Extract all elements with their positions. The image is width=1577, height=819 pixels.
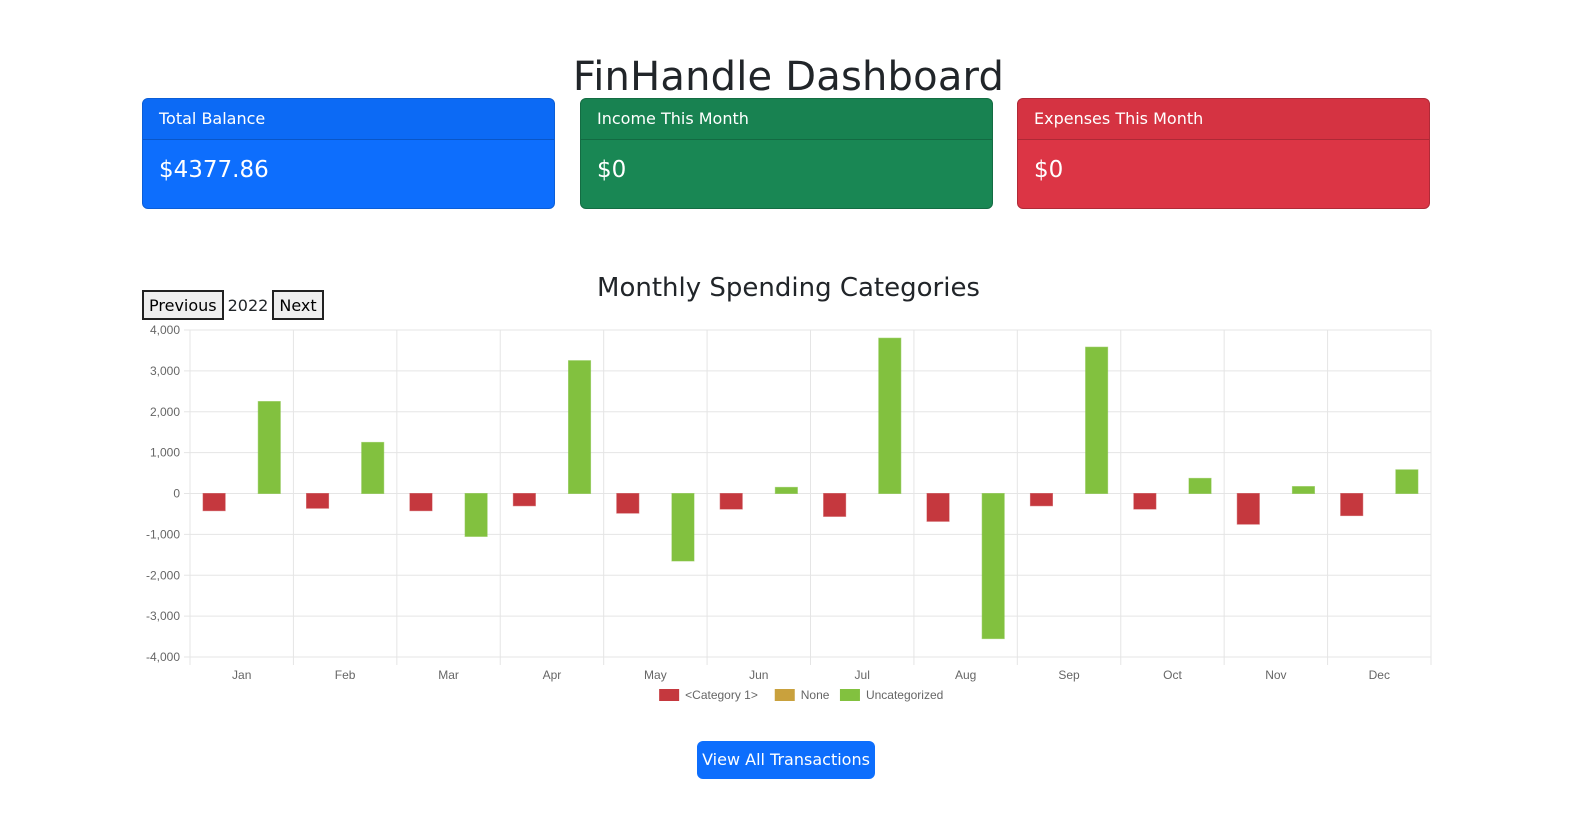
y-tick-label: -2,000 xyxy=(146,568,180,582)
y-tick-label: 1,000 xyxy=(150,446,180,460)
x-tick-label: May xyxy=(644,668,667,682)
bar xyxy=(202,493,226,512)
total-balance-label: Total Balance xyxy=(143,99,554,140)
x-tick-label: Nov xyxy=(1265,668,1286,682)
bar xyxy=(878,337,902,494)
y-tick-label: -3,000 xyxy=(146,609,180,623)
x-tick-label: Feb xyxy=(335,668,356,682)
bar xyxy=(671,493,695,562)
bar xyxy=(1133,493,1157,510)
year-navigation: Previous 2022 Next xyxy=(142,290,324,320)
y-tick-label: -1,000 xyxy=(146,527,180,541)
x-tick-label: Jun xyxy=(749,668,768,682)
bar xyxy=(926,493,950,522)
bar xyxy=(616,493,640,514)
x-tick-label: Apr xyxy=(543,668,562,682)
bar xyxy=(568,360,592,494)
legend-swatch xyxy=(659,689,680,701)
year-label: 2022 xyxy=(227,295,269,315)
expenses-card: Expenses This Month $0 xyxy=(1017,98,1430,209)
y-tick-label: 3,000 xyxy=(150,364,180,378)
y-tick-label: -4,000 xyxy=(146,650,180,664)
income-card: Income This Month $0 xyxy=(580,98,993,209)
bar xyxy=(1395,469,1419,494)
bar xyxy=(257,401,281,494)
total-balance-value: $4377.86 xyxy=(159,157,269,183)
bar xyxy=(306,493,330,509)
spending-bar-chart: 4,000 3,000 2,000 1,000 0 -1,000 -2,000 -3,000 -… xyxy=(146,323,1432,702)
bar xyxy=(464,493,488,537)
x-tick-label: Dec xyxy=(1369,668,1390,682)
bar xyxy=(1085,346,1109,495)
view-all-transactions-button[interactable]: View All Transactions xyxy=(697,741,875,779)
x-tick-label: Sep xyxy=(1058,668,1080,682)
x-tick-label: Mar xyxy=(438,668,459,682)
y-tick-label: 2,000 xyxy=(150,405,180,419)
bar xyxy=(1188,477,1212,495)
page-title: FinHandle Dashboard xyxy=(572,53,1005,100)
legend-swatch xyxy=(774,689,795,701)
next-year-button[interactable]: Next xyxy=(272,290,324,320)
expenses-value: $0 xyxy=(1034,157,1064,183)
previous-year-button[interactable]: Previous xyxy=(142,290,224,320)
bar xyxy=(1029,493,1053,507)
bar xyxy=(719,493,743,510)
y-tick-label: 4,000 xyxy=(150,323,180,337)
bar xyxy=(361,441,385,494)
x-tick-label: Jan xyxy=(232,668,251,682)
bar xyxy=(774,486,798,494)
expenses-label: Expenses This Month xyxy=(1018,99,1429,140)
bar xyxy=(1291,486,1315,495)
income-value: $0 xyxy=(597,157,627,183)
bar xyxy=(1340,493,1364,517)
income-label: Income This Month xyxy=(581,99,992,140)
bar xyxy=(823,493,847,517)
legend-label: <Category 1> xyxy=(685,688,758,702)
x-tick-label: Aug xyxy=(955,668,976,682)
y-tick-label: 0 xyxy=(173,487,180,501)
bar xyxy=(981,493,1005,640)
x-tick-label: Oct xyxy=(1163,668,1182,682)
bar xyxy=(409,493,433,512)
bar xyxy=(1236,493,1260,525)
legend-label: None xyxy=(801,688,830,702)
x-tick-label: Jul xyxy=(855,668,870,682)
legend-swatch xyxy=(839,689,860,701)
total-balance-card: Total Balance $4377.86 xyxy=(142,98,555,209)
legend-label: Uncategorized xyxy=(866,688,943,702)
bar xyxy=(512,493,536,507)
